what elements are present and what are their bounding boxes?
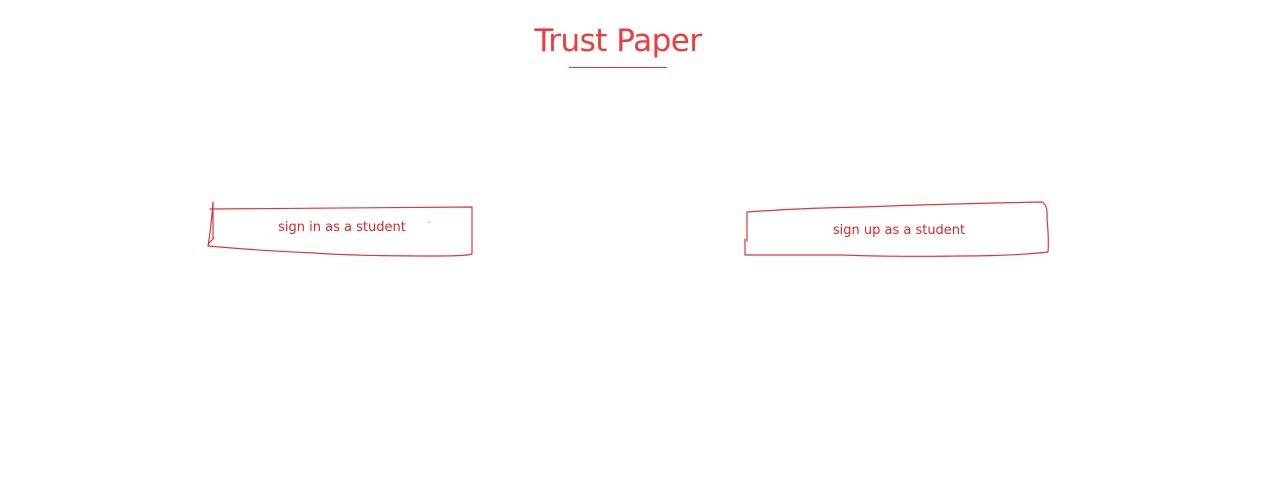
sign-in-button-label: sign in as a student [278, 220, 406, 235]
app-title: Trust Paper [534, 23, 702, 59]
sign-up-button[interactable]: sign up as a student [742, 199, 1052, 259]
sign-up-button-label: sign up as a student [832, 223, 966, 238]
sign-in-button[interactable]: sign in as a student [204, 198, 476, 260]
title-underline [569, 67, 667, 68]
